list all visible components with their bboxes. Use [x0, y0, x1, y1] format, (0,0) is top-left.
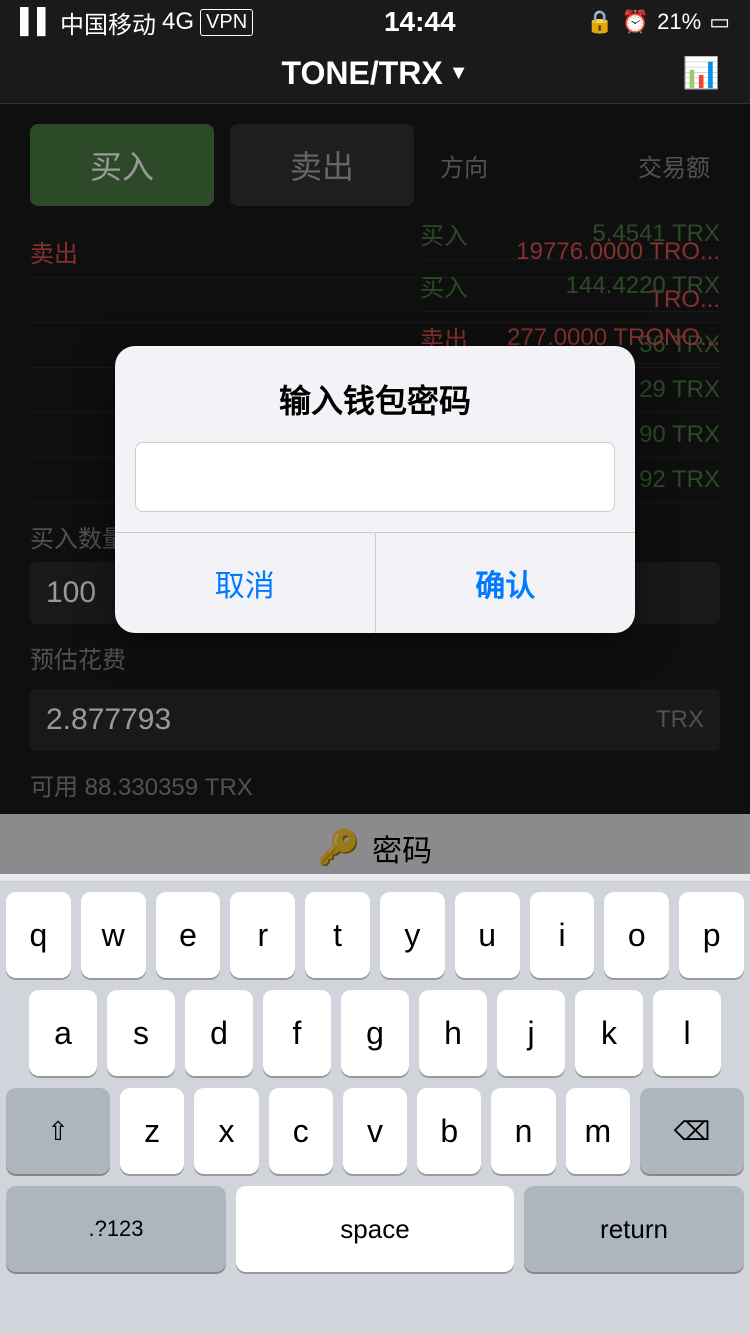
key-m[interactable]: m: [566, 1088, 630, 1174]
dialog-buttons: 取消 确认: [115, 532, 635, 633]
dialog-overlay: 输入钱包密码 取消 确认: [0, 104, 750, 874]
nav-bar: TONE/TRX ▼ 📊: [0, 44, 750, 104]
key-row-3: ⇧ z x c v b n m ⌫: [6, 1088, 744, 1174]
trading-area: 买入 卖出 方向 交易额 卖出 19776.0000 TRO... TRO...…: [0, 104, 750, 874]
dialog-title: 输入钱包密码: [115, 346, 635, 442]
chart-icon[interactable]: 📊: [683, 56, 720, 91]
key-p[interactable]: p: [679, 892, 744, 978]
status-time: 14:44: [384, 6, 456, 38]
key-u[interactable]: u: [455, 892, 520, 978]
key-c[interactable]: c: [269, 1088, 333, 1174]
dialog-input-wrap[interactable]: [115, 442, 635, 532]
signal-icon: ▌▌: [20, 8, 54, 36]
status-right: 🔒 ⏰ 21% ▭: [586, 9, 730, 35]
key-g[interactable]: g: [341, 990, 409, 1076]
key-v[interactable]: v: [343, 1088, 407, 1174]
key-j[interactable]: j: [497, 990, 565, 1076]
key-r[interactable]: r: [230, 892, 295, 978]
key-d[interactable]: d: [185, 990, 253, 1076]
password-dialog: 输入钱包密码 取消 确认: [115, 346, 635, 633]
password-input[interactable]: [135, 442, 615, 512]
key-t[interactable]: t: [305, 892, 370, 978]
key-l[interactable]: l: [653, 990, 721, 1076]
key-h[interactable]: h: [419, 990, 487, 1076]
vpn-label: VPN: [200, 9, 253, 36]
key-z[interactable]: z: [120, 1088, 184, 1174]
key-i[interactable]: i: [530, 892, 595, 978]
dropdown-icon: ▼: [449, 62, 469, 85]
key-s[interactable]: s: [107, 990, 175, 1076]
shift-key[interactable]: ⇧: [6, 1088, 110, 1174]
key-a[interactable]: a: [29, 990, 97, 1076]
space-key[interactable]: space: [236, 1186, 514, 1272]
lock-icon: 🔒: [586, 9, 613, 35]
key-o[interactable]: o: [604, 892, 669, 978]
alarm-icon: ⏰: [622, 9, 649, 35]
key-w[interactable]: w: [81, 892, 146, 978]
confirm-button[interactable]: 确认: [376, 533, 636, 633]
key-b[interactable]: b: [417, 1088, 481, 1174]
status-left: ▌▌ 中国移动 4G VPN: [20, 5, 253, 40]
status-bar: ▌▌ 中国移动 4G VPN 14:44 🔒 ⏰ 21% ▭: [0, 0, 750, 44]
symbols-key[interactable]: .?123: [6, 1186, 226, 1272]
battery-icon: ▭: [709, 9, 730, 35]
battery-label: 21%: [657, 9, 701, 35]
key-row-4: .?123 space return: [6, 1186, 744, 1272]
pair-label: TONE/TRX: [282, 55, 443, 92]
key-n[interactable]: n: [491, 1088, 555, 1174]
keyboard-rows: q w e r t y u i o p a s d f g h j k l ⇧ …: [0, 882, 750, 1272]
key-f[interactable]: f: [263, 990, 331, 1076]
backspace-key[interactable]: ⌫: [640, 1088, 744, 1174]
nav-title[interactable]: TONE/TRX ▼: [282, 55, 469, 92]
network-label: 4G: [162, 8, 194, 36]
key-row-2: a s d f g h j k l: [6, 990, 744, 1076]
cancel-button[interactable]: 取消: [115, 533, 376, 633]
keyboard-area: 🔑 密码 q w e r t y u i o p a s d f g h j k…: [0, 814, 750, 1334]
return-key[interactable]: return: [524, 1186, 744, 1272]
key-q[interactable]: q: [6, 892, 71, 978]
key-row-1: q w e r t y u i o p: [6, 892, 744, 978]
key-x[interactable]: x: [194, 1088, 258, 1174]
key-e[interactable]: e: [156, 892, 221, 978]
carrier-label: 中国移动: [60, 5, 156, 40]
key-y[interactable]: y: [380, 892, 445, 978]
key-k[interactable]: k: [575, 990, 643, 1076]
